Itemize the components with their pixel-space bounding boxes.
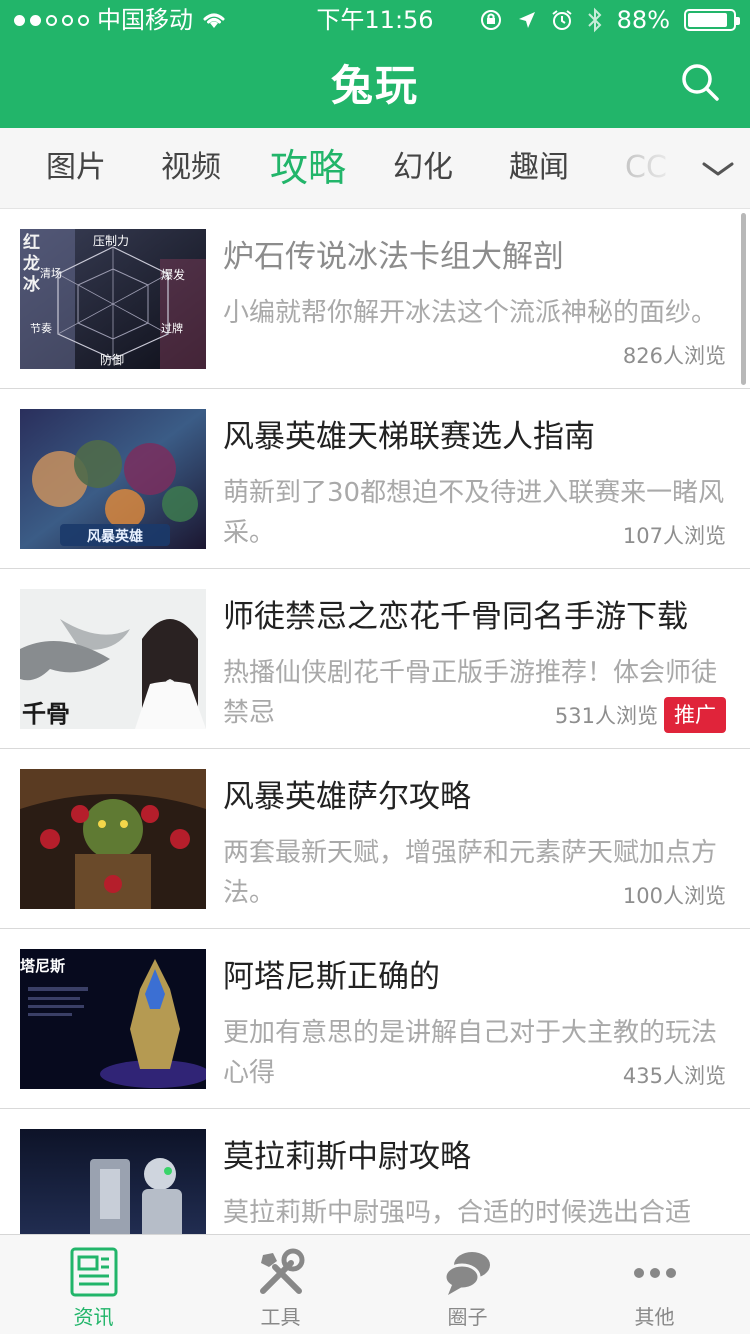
article-thumbnail: 千骨 bbox=[20, 589, 206, 729]
article-title: 风暴英雄萨尔攻略 bbox=[223, 779, 471, 815]
scrollbar[interactable] bbox=[741, 213, 746, 385]
article-description: 莫拉莉斯中尉强吗，合适的时候选出合适 bbox=[223, 1198, 692, 1228]
article-title: 莫拉莉斯中尉攻略 bbox=[223, 1139, 471, 1175]
thumb-label: 节奏 bbox=[30, 322, 52, 335]
article-item[interactable]: 红 龙 冰 压制力 清场 爆发 节奏 过牌 防御 炉石传说冰法卡组大解剖 小编就… bbox=[0, 209, 750, 389]
app-title: 兔玩 bbox=[330, 61, 419, 110]
thumb-label: 防御 bbox=[100, 352, 124, 367]
article-thumbnail bbox=[20, 1129, 206, 1235]
battery-icon bbox=[684, 9, 740, 31]
orientation-lock-icon bbox=[480, 10, 501, 30]
article-item[interactable]: 千骨 师徒禁忌之恋花千骨同名手游下载 热播仙侠剧花千骨正版手游推荐！体会师徒禁忌… bbox=[0, 569, 750, 749]
article-item[interactable]: 风暴英雄萨尔攻略 两套最新天赋，增强萨和元素萨天赋加点方法。 100人浏览 bbox=[0, 749, 750, 929]
bottom-tab-label: 资讯 bbox=[73, 1305, 114, 1329]
alarm-icon bbox=[552, 10, 572, 30]
status-bar: 中国移动 下午11:56 88% bbox=[0, 0, 750, 40]
more-dots-icon bbox=[633, 1268, 676, 1278]
thumb-label: 冰 bbox=[23, 274, 41, 295]
bottom-tab-bar: 资讯 工具 圈子 其他 bbox=[0, 1234, 750, 1334]
more-categories-button[interactable] bbox=[686, 128, 750, 208]
tools-icon bbox=[259, 1248, 304, 1294]
view-count: 100人浏览 bbox=[616, 881, 726, 911]
chat-bubbles-icon bbox=[443, 1252, 490, 1295]
view-count: 826人浏览 bbox=[616, 341, 726, 371]
article-title: 炉石传说冰法卡组大解剖 bbox=[223, 239, 564, 275]
tab-videos[interactable]: 视频 bbox=[161, 128, 221, 208]
bottom-tab-label: 圈子 bbox=[447, 1305, 488, 1329]
promo-badge: 推广 bbox=[664, 697, 726, 733]
article-thumbnail bbox=[20, 769, 206, 909]
thumb-label: 龙 bbox=[22, 253, 40, 274]
chevron-down-icon bbox=[702, 162, 734, 176]
article-item[interactable]: 风暴英雄 风暴英雄天梯联赛选人指南 萌新到了30都想迫不及待进入联赛来一睹风采。… bbox=[0, 389, 750, 569]
article-title: 阿塔尼斯正确的 bbox=[223, 959, 440, 995]
tab-fun-news[interactable]: 趣闻 bbox=[509, 128, 569, 208]
article-item[interactable]: 莫拉莉斯中尉攻略 莫拉莉斯中尉强吗，合适的时候选出合适 bbox=[0, 1109, 750, 1235]
article-title: 风暴英雄天梯联赛选人指南 bbox=[223, 419, 595, 455]
thumb-label: 千骨 bbox=[22, 700, 70, 728]
category-tabs: 图片 视频 攻略 幻化 趣闻 CC bbox=[0, 128, 750, 209]
thumb-label: 塔尼斯 bbox=[20, 957, 65, 975]
view-count: 531人浏览 bbox=[548, 701, 658, 731]
battery-percent: 88% bbox=[616, 6, 670, 34]
thumb-label: 红 bbox=[23, 232, 40, 253]
thumb-label: 压制力 bbox=[93, 234, 129, 248]
article-thumbnail: 风暴英雄 bbox=[20, 409, 206, 549]
tab-transmog[interactable]: 幻化 bbox=[393, 128, 453, 208]
article-item[interactable]: 塔尼斯 阿塔尼斯正确的 更加有意思的是讲解自己对于大主教的玩法心得 435人浏览 bbox=[0, 929, 750, 1109]
tab-guides[interactable]: 攻略 bbox=[270, 128, 346, 208]
search-icon bbox=[682, 64, 719, 101]
view-count: 107人浏览 bbox=[616, 521, 726, 551]
article-thumbnail: 红 龙 冰 压制力 清场 爆发 节奏 过牌 防御 bbox=[20, 229, 206, 369]
bottom-tab-label: 工具 bbox=[260, 1305, 301, 1329]
bottom-tab-tools[interactable]: 工具 bbox=[187, 1235, 374, 1334]
view-count: 435人浏览 bbox=[616, 1061, 726, 1091]
news-icon bbox=[70, 1247, 117, 1297]
tab-pictures[interactable]: 图片 bbox=[46, 128, 106, 208]
bottom-tab-news[interactable]: 资讯 bbox=[0, 1235, 187, 1334]
thumb-label: 过牌 bbox=[161, 321, 183, 335]
bottom-tab-label: 其他 bbox=[634, 1305, 675, 1329]
search-button[interactable] bbox=[680, 62, 720, 102]
thumb-label: 风暴英雄 bbox=[87, 528, 143, 545]
top-bar: 中国移动 下午11:56 88% 兔玩 bbox=[0, 0, 750, 128]
thumb-label: 爆发 bbox=[161, 267, 185, 282]
article-title: 师徒禁忌之恋花千骨同名手游下载 bbox=[223, 599, 688, 635]
bluetooth-icon bbox=[587, 7, 602, 33]
bottom-tab-circle[interactable]: 圈子 bbox=[374, 1235, 561, 1334]
thumb-label: 清场 bbox=[40, 266, 62, 280]
article-thumbnail: 塔尼斯 bbox=[20, 949, 206, 1089]
article-list: 红 龙 冰 压制力 清场 爆发 节奏 过牌 防御 炉石传说冰法卡组大解剖 小编就… bbox=[0, 209, 750, 1235]
bottom-tab-other[interactable]: 其他 bbox=[561, 1235, 748, 1334]
location-arrow-icon bbox=[518, 12, 535, 28]
